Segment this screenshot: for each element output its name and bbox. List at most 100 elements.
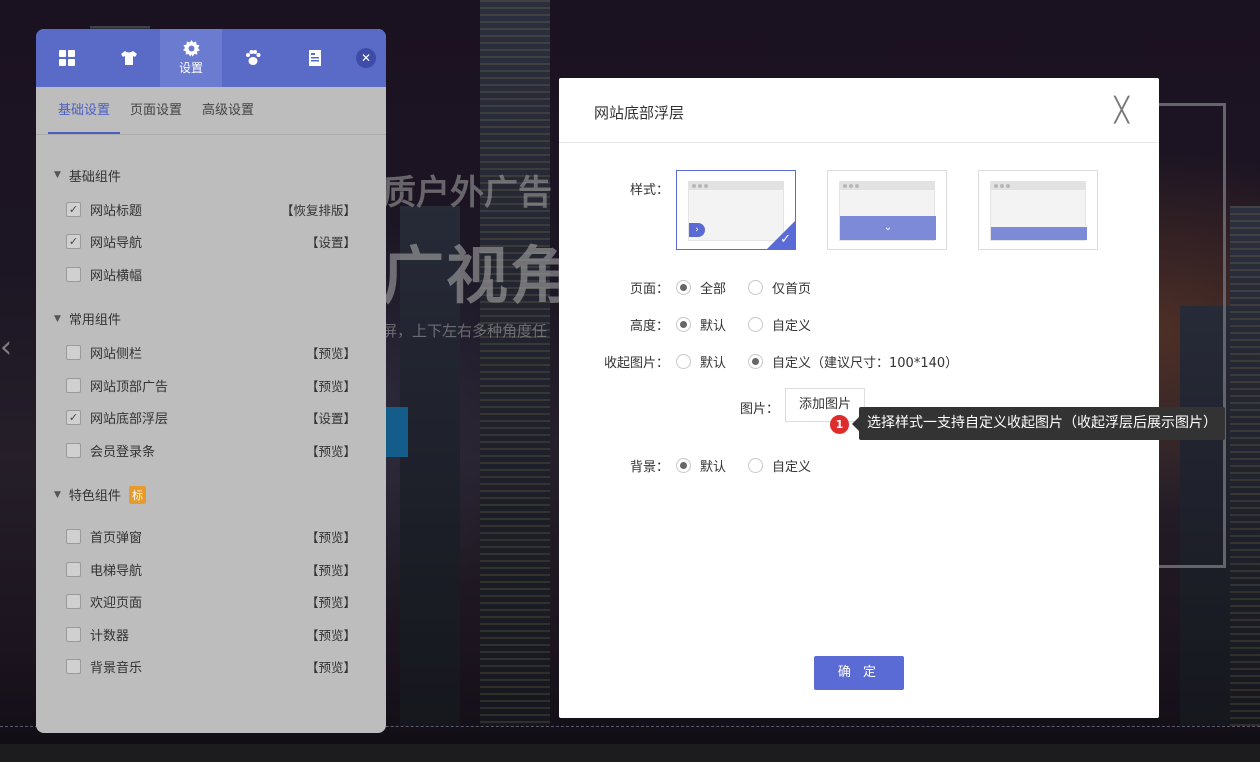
item-name: 电梯导航 (90, 563, 143, 579)
checkbox[interactable] (66, 266, 81, 282)
item-action-link[interactable]: 【预览】 (306, 441, 356, 460)
modal-title: 网站底部浮层 (594, 104, 685, 122)
tab-settings[interactable]: 设置 (160, 29, 222, 87)
radio-selected[interactable] (676, 280, 691, 295)
option-label: 自定义 (772, 319, 812, 334)
tab-theme[interactable] (98, 29, 160, 87)
item-action-link[interactable]: 【预览】 (306, 527, 356, 546)
tab-plugins[interactable] (222, 29, 284, 87)
checkbox[interactable] (66, 442, 81, 458)
checkbox-checked[interactable]: ✓ (66, 201, 81, 217)
gear-icon (182, 40, 200, 57)
list-item: 计数器 【预览】 (54, 618, 356, 651)
confirm-button[interactable]: 确 定 (814, 656, 904, 690)
collapse-image-label: 收起图片： (603, 356, 669, 371)
checkbox[interactable] (66, 529, 81, 545)
grid-icon (59, 50, 75, 66)
list-item: ✓ 网站导航 【设置】 (54, 226, 356, 259)
item-action-link[interactable]: 【设置】 (306, 408, 356, 427)
radio[interactable] (676, 354, 691, 369)
page-option-home[interactable]: 仅首页 (748, 278, 811, 297)
option-label: 默认 (700, 460, 727, 475)
subtab-advanced[interactable]: 高级设置 (192, 87, 264, 134)
item-name: 网站底部浮层 (90, 412, 169, 428)
item-action-link[interactable]: 【预览】 (306, 657, 356, 676)
height-option-default[interactable]: 默认 (676, 315, 726, 334)
background-option-default[interactable]: 默认 (676, 456, 726, 475)
radio-selected[interactable] (676, 317, 691, 332)
list-item: 会员登录条 【预览】 (54, 434, 356, 467)
item-name: 网站导航 (90, 236, 143, 252)
collapse-option-default[interactable]: 默认 (676, 352, 726, 371)
height-option-custom[interactable]: 自定义 (748, 315, 811, 334)
tab-layout[interactable] (36, 29, 98, 87)
checkbox[interactable] (66, 626, 81, 642)
collapse-radio-group: 默认 自定义（建议尺寸：100*140） (676, 352, 980, 371)
page-option-all[interactable]: 全部 (676, 278, 726, 297)
background-option-custom[interactable]: 自定义 (748, 456, 811, 475)
browser-bar (991, 182, 1085, 190)
panel-close-button[interactable]: ✕ (356, 48, 376, 68)
option-label: 默认 (700, 319, 727, 334)
item-action-link[interactable]: 【预览】 (306, 592, 356, 611)
item-action-link[interactable]: 【预览】 (306, 560, 356, 579)
style-option-1[interactable]: › ✓ (676, 170, 796, 250)
section-featured[interactable]: ▼ 特色组件 标 (54, 477, 356, 513)
list-item: ✓ 网站标题 【恢复排版】 (54, 193, 356, 226)
subtab-basic[interactable]: 基础设置 (48, 87, 121, 134)
section-common[interactable]: ▼ 常用组件 (54, 301, 356, 337)
radio[interactable] (748, 458, 764, 473)
footer-float-modal: 网站底部浮层 ╳ 样式： › ✓ ⌄ 页面： 全部 仅首页 高度： 默认 自定义… (559, 78, 1159, 718)
style-option-3[interactable] (978, 170, 1098, 250)
checkbox[interactable] (66, 659, 81, 675)
background-radio-group: 默认 自定义 (676, 456, 833, 475)
modal-header: 网站底部浮层 ╳ (559, 78, 1159, 143)
panel-header: 设置 ✕ (36, 29, 386, 87)
item-action-link[interactable]: 【预览】 (306, 376, 356, 395)
modal-close-button[interactable]: ╳ (1115, 98, 1129, 122)
list-item: 欢迎页面 【预览】 (54, 586, 356, 619)
option-label: 自定义 (772, 460, 812, 475)
item-name: 网站侧栏 (90, 347, 143, 363)
feature-badge: 标 (128, 485, 146, 504)
height-label: 高度： (629, 319, 669, 334)
style-preview: ⌄ (839, 181, 936, 241)
checkbox[interactable] (66, 561, 81, 577)
tab-pages[interactable] (284, 29, 346, 87)
radio[interactable] (748, 317, 764, 332)
checkbox[interactable] (66, 594, 81, 610)
item-action-link[interactable]: 【恢复排版】 (281, 200, 356, 219)
item-action-link[interactable]: 【预览】 (306, 625, 356, 644)
option-label: 默认 (700, 356, 727, 371)
checkbox[interactable] (66, 377, 81, 393)
item-name: 首页弹窗 (90, 531, 143, 547)
item-name: 背景音乐 (90, 661, 143, 677)
subtab-page[interactable]: 页面设置 (120, 87, 192, 134)
step-badge: 1 (830, 415, 849, 434)
style-option-2[interactable]: ⌄ (827, 170, 947, 250)
caret-down-icon: ▼ (54, 489, 61, 500)
section-basic[interactable]: ▼ 基础组件 (54, 157, 356, 193)
list-item: 网站横幅 (54, 258, 356, 291)
style-preview (990, 181, 1087, 241)
chevron-right-icon: › (689, 223, 705, 237)
list-item: 首页弹窗 【预览】 (54, 521, 356, 554)
item-name: 会员登录条 (90, 444, 156, 460)
checkbox-checked[interactable]: ✓ (66, 234, 81, 250)
list-item: 网站顶部广告 【预览】 (54, 369, 356, 402)
item-name: 欢迎页面 (90, 596, 143, 612)
checkbox[interactable] (66, 345, 81, 361)
item-action-link[interactable]: 【预览】 (306, 343, 356, 362)
radio-selected[interactable] (676, 458, 691, 473)
radio[interactable] (748, 280, 764, 295)
panel-body: ▼ 基础组件 ✓ 网站标题 【恢复排版】 ✓ 网站导航 【设置】 网站横幅 ▼ … (36, 135, 386, 683)
item-name: 网站顶部广告 (90, 379, 169, 395)
section-title: 特色组件 (68, 489, 121, 504)
item-name: 网站横幅 (90, 268, 143, 284)
list-item: 背景音乐 【预览】 (54, 651, 356, 684)
item-action-link[interactable]: 【设置】 (306, 232, 356, 251)
list-item: ✓ 网站底部浮层 【设置】 (54, 402, 356, 435)
radio-selected[interactable] (748, 354, 764, 369)
collapse-option-custom[interactable]: 自定义（建议尺寸：100*140） (748, 352, 958, 371)
checkbox-checked[interactable]: ✓ (66, 410, 81, 426)
